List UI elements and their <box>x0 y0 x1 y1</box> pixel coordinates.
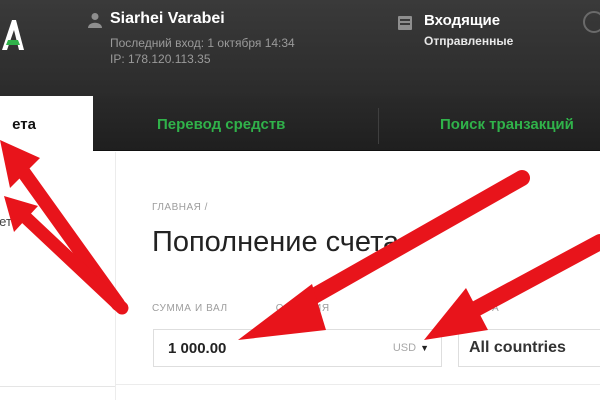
sent-link[interactable]: Отправленные <box>424 34 513 48</box>
top-header: Siarhei Varabei Последний вход: 1 октябр… <box>0 0 600 96</box>
tab-account-topup[interactable]: ета <box>0 96 93 152</box>
country-select[interactable]: All countries <box>458 329 600 367</box>
inbox-link[interactable]: Входящие <box>424 12 500 29</box>
amount-input[interactable]: 1 000.00 USD ▼ <box>153 329 442 367</box>
left-sidebar <box>0 152 116 400</box>
ip-address-text: IP: 178.120.113.35 <box>110 52 211 66</box>
user-icon <box>88 13 102 28</box>
tab-divider <box>378 108 379 144</box>
arrow-to-currency <box>424 234 600 340</box>
page-title: Пополнение счета <box>152 226 400 258</box>
currency-select[interactable]: USD ▼ <box>393 342 429 354</box>
currency-value: USD <box>392 342 417 354</box>
tab-label: ета <box>12 116 36 133</box>
tab-transaction-search[interactable]: Поиск транзакций <box>440 96 574 150</box>
settings-icon[interactable] <box>582 10 600 34</box>
amount-label-start: СУММА И ВАЛ <box>152 303 228 314</box>
caret-down-icon: ▼ <box>420 343 429 353</box>
breadcrumb[interactable]: ГЛАВНАЯ / <box>152 202 208 213</box>
amount-label: СУММА И ВАЛ ОЛНЕНИЯ <box>152 303 330 314</box>
tab-transfer[interactable]: Перевод средств <box>157 96 285 150</box>
user-name[interactable]: Siarhei Varabei <box>110 10 225 28</box>
mail-icon <box>398 16 412 30</box>
arrow-to-amount <box>238 170 530 340</box>
content-divider <box>115 384 600 385</box>
country-value: All countries <box>469 339 566 356</box>
amount-label-end: ОЛНЕНИЯ <box>275 303 330 314</box>
sidebar-divider <box>0 386 115 387</box>
brand-logo-icon[interactable] <box>0 18 24 52</box>
amount-value: 1 000.00 <box>168 340 227 357</box>
country-label: А <box>492 303 500 314</box>
last-login-text: Последний вход: 1 октября 14:34 <box>110 36 295 50</box>
sidebar-item[interactable]: нет <box>0 214 12 229</box>
